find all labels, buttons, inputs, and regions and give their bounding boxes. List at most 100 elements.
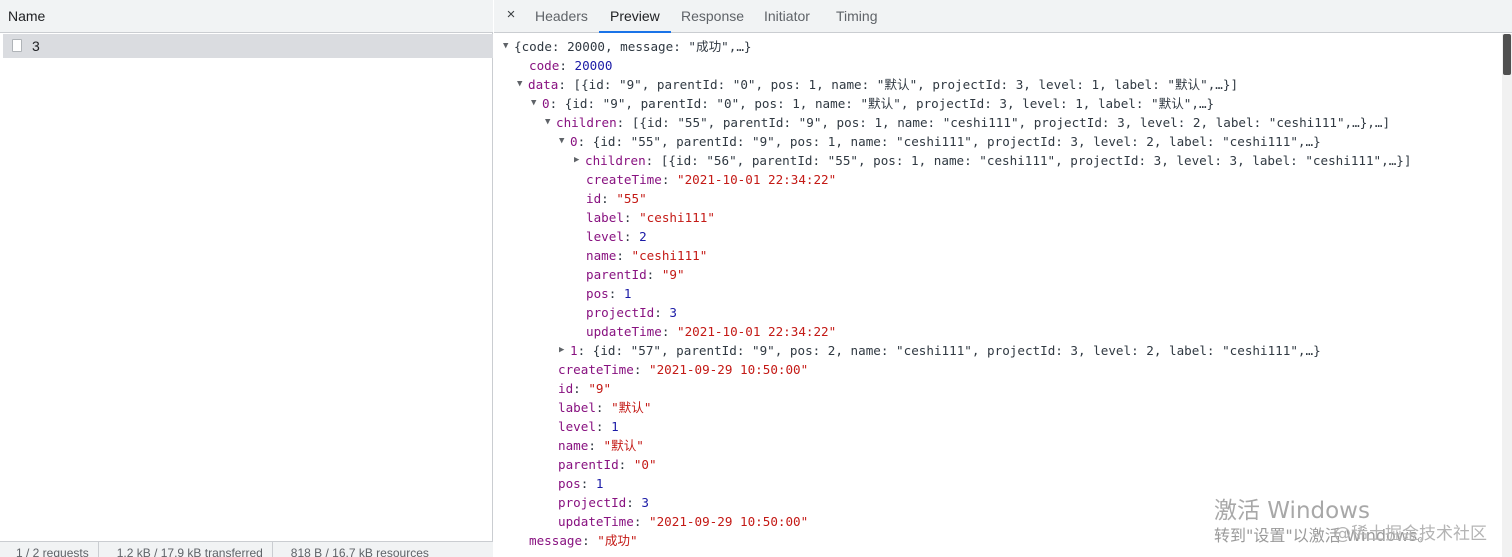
field-key: updateTime <box>586 324 662 339</box>
field-key: 1 <box>570 343 578 358</box>
field-key: children <box>585 153 646 168</box>
field-key: pos <box>558 476 581 491</box>
node-summary: [{id: "9", parentId: "0", pos: 1, name: … <box>573 77 1239 92</box>
field-value: 2 <box>639 229 647 244</box>
tree-node-nested-children[interactable]: ▶ children: [{id: "56", parentId: "55", p… <box>574 151 1411 170</box>
field-key: parentId <box>558 457 619 472</box>
tree-node-children-1[interactable]: ▶ 1: {id: "57", parentId: "9", pos: 2, na… <box>559 341 1321 360</box>
field-key: id <box>586 191 602 206</box>
field-value: 20000 <box>574 58 613 73</box>
tree-field-projectId: projectId: 3 <box>586 305 678 320</box>
collapsed-triangle-icon[interactable]: ▶ <box>574 151 585 170</box>
request-list-panel: Name 3 1 / 2 requests 1.2 kB / 17.9 kB tr… <box>0 0 493 557</box>
name-column-header[interactable]: Name <box>0 0 493 33</box>
request-name: 3 <box>32 38 40 54</box>
field-value: 1 <box>623 286 632 301</box>
request-details-panel: × Headers Preview Response Initiator Tim… <box>494 0 1512 557</box>
tab-headers[interactable]: Headers <box>535 0 588 32</box>
tree-field-name: name: "ceshi111" <box>586 248 708 263</box>
node-summary: {id: "57", parentId: "9", pos: 2, name: … <box>592 343 1321 358</box>
tree-field-parentId: parentId: "9" <box>586 267 685 282</box>
transferred-size: 1.2 kB / 17.9 kB transferred <box>116 546 263 557</box>
tree-field-parentId: parentId: "0" <box>558 457 657 472</box>
field-value: 1 <box>595 476 604 491</box>
tree-node-root[interactable]: ▼ {code: 20000, message: "成功",…} <box>503 37 752 56</box>
tree-node-data[interactable]: ▼ data: [{id: "9", parentId: "0", pos: 1,… <box>517 75 1238 94</box>
resources-size: 818 B / 16.7 kB resources <box>290 546 429 557</box>
field-value: "2021-09-29 10:50:00" <box>649 362 809 377</box>
tab-preview[interactable]: Preview <box>599 0 671 33</box>
field-key: level <box>558 419 596 434</box>
tree-field-code: code: 20000 <box>529 58 613 73</box>
tree-node-children-0[interactable]: ▼ 0: {id: "55", parentId: "9", pos: 1, na… <box>559 132 1321 151</box>
node-summary: {id: "55", parentId: "9", pos: 1, name: … <box>592 134 1321 149</box>
tab-timing[interactable]: Timing <box>836 0 878 32</box>
tree-node-children[interactable]: ▼ children: [{id: "55", parentId: "9", po… <box>545 113 1390 132</box>
tree-field-pos: pos: 1 <box>586 286 632 301</box>
field-key: pos <box>586 286 609 301</box>
tree-field-label: label: "ceshi111" <box>586 210 715 225</box>
tree-field-message: message: "成功" <box>529 533 638 548</box>
field-value: 3 <box>641 495 650 510</box>
field-value: "0" <box>633 457 657 472</box>
status-divider <box>271 542 273 557</box>
request-row[interactable]: 3 <box>3 34 493 58</box>
field-key: message <box>529 533 583 548</box>
request-count: 1 / 2 requests <box>16 546 89 557</box>
file-icon <box>12 39 22 52</box>
field-key: createTime <box>558 362 634 377</box>
field-key: name <box>586 248 617 263</box>
tree-field-updateTime: updateTime: "2021-09-29 10:50:00" <box>558 514 809 529</box>
field-value: "2021-09-29 10:50:00" <box>649 514 809 529</box>
node-summary: [{id: "56", parentId: "55", pos: 1, name… <box>660 153 1412 168</box>
expanded-triangle-icon[interactable]: ▼ <box>531 94 542 113</box>
field-value: "默认" <box>611 400 652 415</box>
field-key: data <box>528 77 559 92</box>
node-summary: [{id: "55", parentId: "9", pos: 1, name:… <box>631 115 1391 130</box>
tab-response[interactable]: Response <box>681 0 744 32</box>
field-value: "55" <box>616 191 647 206</box>
expanded-triangle-icon[interactable]: ▼ <box>503 37 514 56</box>
scrollbar-thumb[interactable] <box>1503 34 1511 75</box>
field-value: "成功" <box>597 533 638 548</box>
collapsed-triangle-icon[interactable]: ▶ <box>559 341 570 360</box>
tree-field-updateTime: updateTime: "2021-10-01 22:34:22" <box>586 324 837 339</box>
field-value: "ceshi111" <box>639 210 715 225</box>
expanded-triangle-icon[interactable]: ▼ <box>517 75 528 94</box>
tree-node-data-0[interactable]: ▼ 0: {id: "9", parentId: "0", pos: 1, nam… <box>531 94 1214 113</box>
tree-field-level: level: 2 <box>586 229 647 244</box>
expanded-triangle-icon[interactable]: ▼ <box>545 113 556 132</box>
field-value: "9" <box>661 267 685 282</box>
tab-initiator[interactable]: Initiator <box>764 0 810 32</box>
field-key: updateTime <box>558 514 634 529</box>
field-key: level <box>586 229 624 244</box>
tree-field-name: name: "默认" <box>558 438 644 453</box>
status-divider <box>97 542 99 557</box>
tree-field-createTime: createTime: "2021-09-29 10:50:00" <box>558 362 809 377</box>
tree-field-level: level: 1 <box>558 419 619 434</box>
site-watermark: @稀土掘金技术社区 <box>1334 524 1487 544</box>
field-key: createTime <box>586 172 662 187</box>
field-value: "ceshi111" <box>631 248 708 263</box>
tree-field-id: id: "55" <box>586 191 647 206</box>
field-key: label <box>586 210 624 225</box>
field-key: name <box>558 438 589 453</box>
field-key: id <box>558 381 574 396</box>
tree-field-label: label: "默认" <box>558 400 652 415</box>
vertical-scrollbar[interactable] <box>1502 34 1512 557</box>
tree-field-createTime: createTime: "2021-10-01 22:34:22" <box>586 172 837 187</box>
node-summary: {id: "9", parentId: "0", pos: 1, name: "… <box>564 96 1215 111</box>
tree-field-id: id: "9" <box>558 381 612 396</box>
root-summary: {code: 20000, message: "成功",…} <box>514 39 752 54</box>
expanded-triangle-icon[interactable]: ▼ <box>559 132 570 151</box>
tree-field-pos: pos: 1 <box>558 476 604 491</box>
field-value: "2021-10-01 22:34:22" <box>677 324 837 339</box>
field-value: 3 <box>669 305 678 320</box>
close-icon[interactable]: × <box>503 6 519 24</box>
tree-field-projectId: projectId: 3 <box>558 495 650 510</box>
details-tabbar: × Headers Preview Response Initiator Tim… <box>494 0 1512 33</box>
field-value: "9" <box>588 381 612 396</box>
field-key: projectId <box>558 495 627 510</box>
field-key: children <box>556 115 617 130</box>
field-value: "默认" <box>603 438 644 453</box>
